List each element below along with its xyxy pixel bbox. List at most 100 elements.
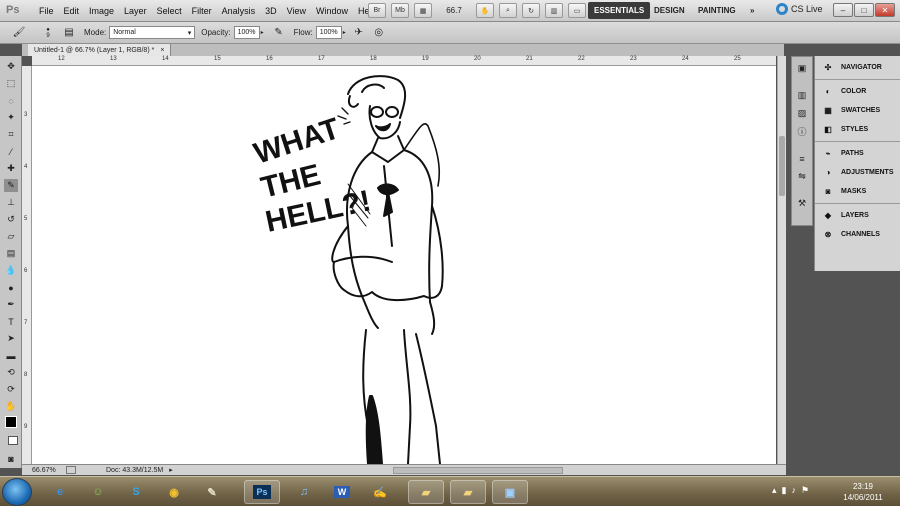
opacity-input[interactable]: 100% (233, 26, 260, 39)
eyedropper-tool-icon[interactable]: ⁄ (4, 145, 18, 158)
menu-select[interactable]: Select (152, 6, 187, 16)
clone-source-icon[interactable]: ⇋ (795, 170, 809, 183)
screen-mode-button[interactable]: ▭ (568, 3, 586, 18)
dodge-tool-icon[interactable]: ● (4, 281, 18, 294)
horizontal-scrollbar[interactable] (392, 466, 563, 474)
panel-channels[interactable]: ⊗ CHANNELS (815, 225, 900, 244)
status-arrow-icon[interactable]: ▸ (169, 466, 173, 474)
mode-select[interactable]: Normal ▾ (109, 26, 196, 39)
panel-adjustments[interactable]: ◑ ADJUSTMENTS (815, 163, 900, 182)
brush-size-picker[interactable]: ● 9 (42, 25, 54, 41)
quick-mask-icon[interactable]: ◙ (4, 452, 18, 465)
minimize-button[interactable]: – (833, 3, 853, 17)
messenger-icon[interactable]: ☺ (80, 480, 116, 504)
ie-icon[interactable]: e (42, 480, 78, 504)
background-color-swatch[interactable] (8, 436, 18, 445)
foreground-color-swatch[interactable] (5, 416, 17, 428)
start-button[interactable] (2, 478, 32, 506)
menu-layer[interactable]: Layer (119, 6, 152, 16)
menu-file[interactable]: File (34, 6, 59, 16)
workspace-essentials[interactable]: ESSENTIALS (588, 2, 651, 19)
panel-layers[interactable]: ◆ LAYERS (815, 206, 900, 225)
chrome-icon[interactable]: ◉ (156, 480, 192, 504)
workspace-more[interactable]: » (744, 2, 760, 19)
menu-analysis[interactable]: Analysis (217, 6, 261, 16)
healing-tool-icon[interactable]: ✚ (4, 162, 18, 175)
menu-filter[interactable]: Filter (187, 6, 217, 16)
3d-orbit-tool-icon[interactable]: ⟳ (4, 383, 18, 396)
crop-tool-icon[interactable]: ⌗ (4, 128, 18, 141)
flow-input[interactable]: 100% (315, 26, 342, 39)
tool-preset-picker[interactable]: 🖌 (10, 25, 28, 41)
menu-view[interactable]: View (282, 6, 311, 16)
tray-arrow-icon[interactable]: ▴ (772, 485, 777, 496)
shape-tool-icon[interactable]: ▬ (4, 349, 18, 362)
itunes-icon[interactable]: ♫ (286, 480, 322, 504)
brush-app-icon[interactable]: ✎ (194, 480, 230, 504)
history-panel-icon[interactable]: ▥ (795, 89, 809, 102)
document-tab-close-icon[interactable]: × (160, 47, 164, 54)
volume-icon[interactable]: ♪ (791, 485, 796, 496)
rotate-view-button[interactable]: ↻ (522, 3, 540, 18)
history-brush-tool-icon[interactable]: ↺ (4, 213, 18, 226)
taskbar-clock[interactable]: 23:19 14/06/2011 (832, 481, 894, 503)
hand-tool-button[interactable]: ✋ (476, 3, 494, 18)
arrange-documents-button[interactable]: ▥ (545, 3, 563, 18)
eraser-tool-icon[interactable]: ▱ (4, 230, 18, 243)
view-extras-button[interactable]: ▦ (414, 3, 432, 18)
brush-panel-toggle[interactable]: ▤ (60, 25, 78, 41)
move-tool-icon[interactable]: ✥ (4, 60, 18, 73)
photoshop-taskbar-button[interactable]: Ps (244, 480, 280, 504)
hand-tool-icon[interactable]: ✋ (4, 400, 18, 413)
status-export-icon[interactable] (66, 466, 76, 474)
path-select-tool-icon[interactable]: ➤ (4, 332, 18, 345)
brush-tool-icon[interactable]: ✎ (4, 179, 18, 192)
workspace-painting[interactable]: PAINTING (692, 2, 742, 19)
brush-presets-icon[interactable]: ≡ (795, 152, 809, 165)
close-button[interactable]: ✕ (875, 3, 895, 17)
folder-icon[interactable]: ▰ (408, 480, 444, 504)
tool-presets-icon[interactable]: ⚒ (795, 197, 809, 210)
info-panel-icon[interactable]: ⓘ (795, 125, 809, 138)
menu-window[interactable]: Window (311, 6, 353, 16)
maximize-button[interactable]: □ (854, 3, 874, 17)
gradient-tool-icon[interactable]: ▤ (4, 247, 18, 260)
blur-tool-icon[interactable]: 💧 (4, 264, 18, 277)
panel-navigator[interactable]: ✣ NAVIGATOR (815, 58, 900, 77)
lasso-tool-icon[interactable]: ◌ (4, 94, 18, 107)
panel-color[interactable]: ◐ COLOR (815, 82, 900, 101)
image-panel-icon[interactable]: ▨ (795, 107, 809, 120)
mini-bridge-panel-icon[interactable]: ▣ (795, 62, 809, 75)
panel-paths[interactable]: ⌁ PATHS (815, 144, 900, 163)
word-taskbar-button[interactable]: W (324, 480, 360, 504)
cs-live-button[interactable]: CS Live (776, 3, 823, 15)
display-icon[interactable]: ▣ (492, 480, 528, 504)
mini-bridge-button[interactable]: Mb (391, 3, 409, 18)
workspace-design[interactable]: DESIGN (648, 2, 691, 19)
folder2-icon[interactable]: ▰ (450, 480, 486, 504)
type-tool-icon[interactable]: T (4, 315, 18, 328)
bridge-button[interactable]: Br (368, 3, 386, 18)
vertical-scroll-thumb[interactable] (779, 136, 785, 196)
panel-masks[interactable]: ◙ MASKS (815, 182, 900, 201)
menu-3d[interactable]: 3D (260, 6, 282, 16)
document-canvas[interactable]: WHAT THE HELL?! (32, 66, 776, 464)
flow-dropdown-icon[interactable]: ▸ (343, 29, 346, 36)
pressure-opacity-button[interactable]: ✎ (270, 25, 288, 41)
document-tab[interactable]: Untitled-1 @ 66.7% (Layer 1, RGB/8) * × (28, 44, 172, 56)
quick-select-tool-icon[interactable]: ✦ (4, 111, 18, 124)
zoom-level[interactable]: 66.7 (437, 6, 471, 15)
status-zoom[interactable]: 66.67% (32, 467, 62, 474)
zoom-tool-button[interactable]: ⌕ (499, 3, 517, 18)
panel-swatches[interactable]: ▦ SWATCHES (815, 101, 900, 120)
opacity-dropdown-icon[interactable]: ▸ (261, 29, 264, 36)
pressure-size-button[interactable]: ◎ (370, 25, 388, 41)
network-icon[interactable]: ▮ (782, 485, 787, 496)
stamp-tool-icon[interactable]: ⊥ (4, 196, 18, 209)
notes-icon[interactable]: ✍ (362, 480, 398, 504)
menu-image[interactable]: Image (84, 6, 119, 16)
vertical-scrollbar[interactable] (777, 56, 786, 464)
3d-rotate-tool-icon[interactable]: ⟲ (4, 366, 18, 379)
flag-icon[interactable]: ⚑ (801, 485, 809, 496)
skype-icon[interactable]: S (118, 480, 154, 504)
